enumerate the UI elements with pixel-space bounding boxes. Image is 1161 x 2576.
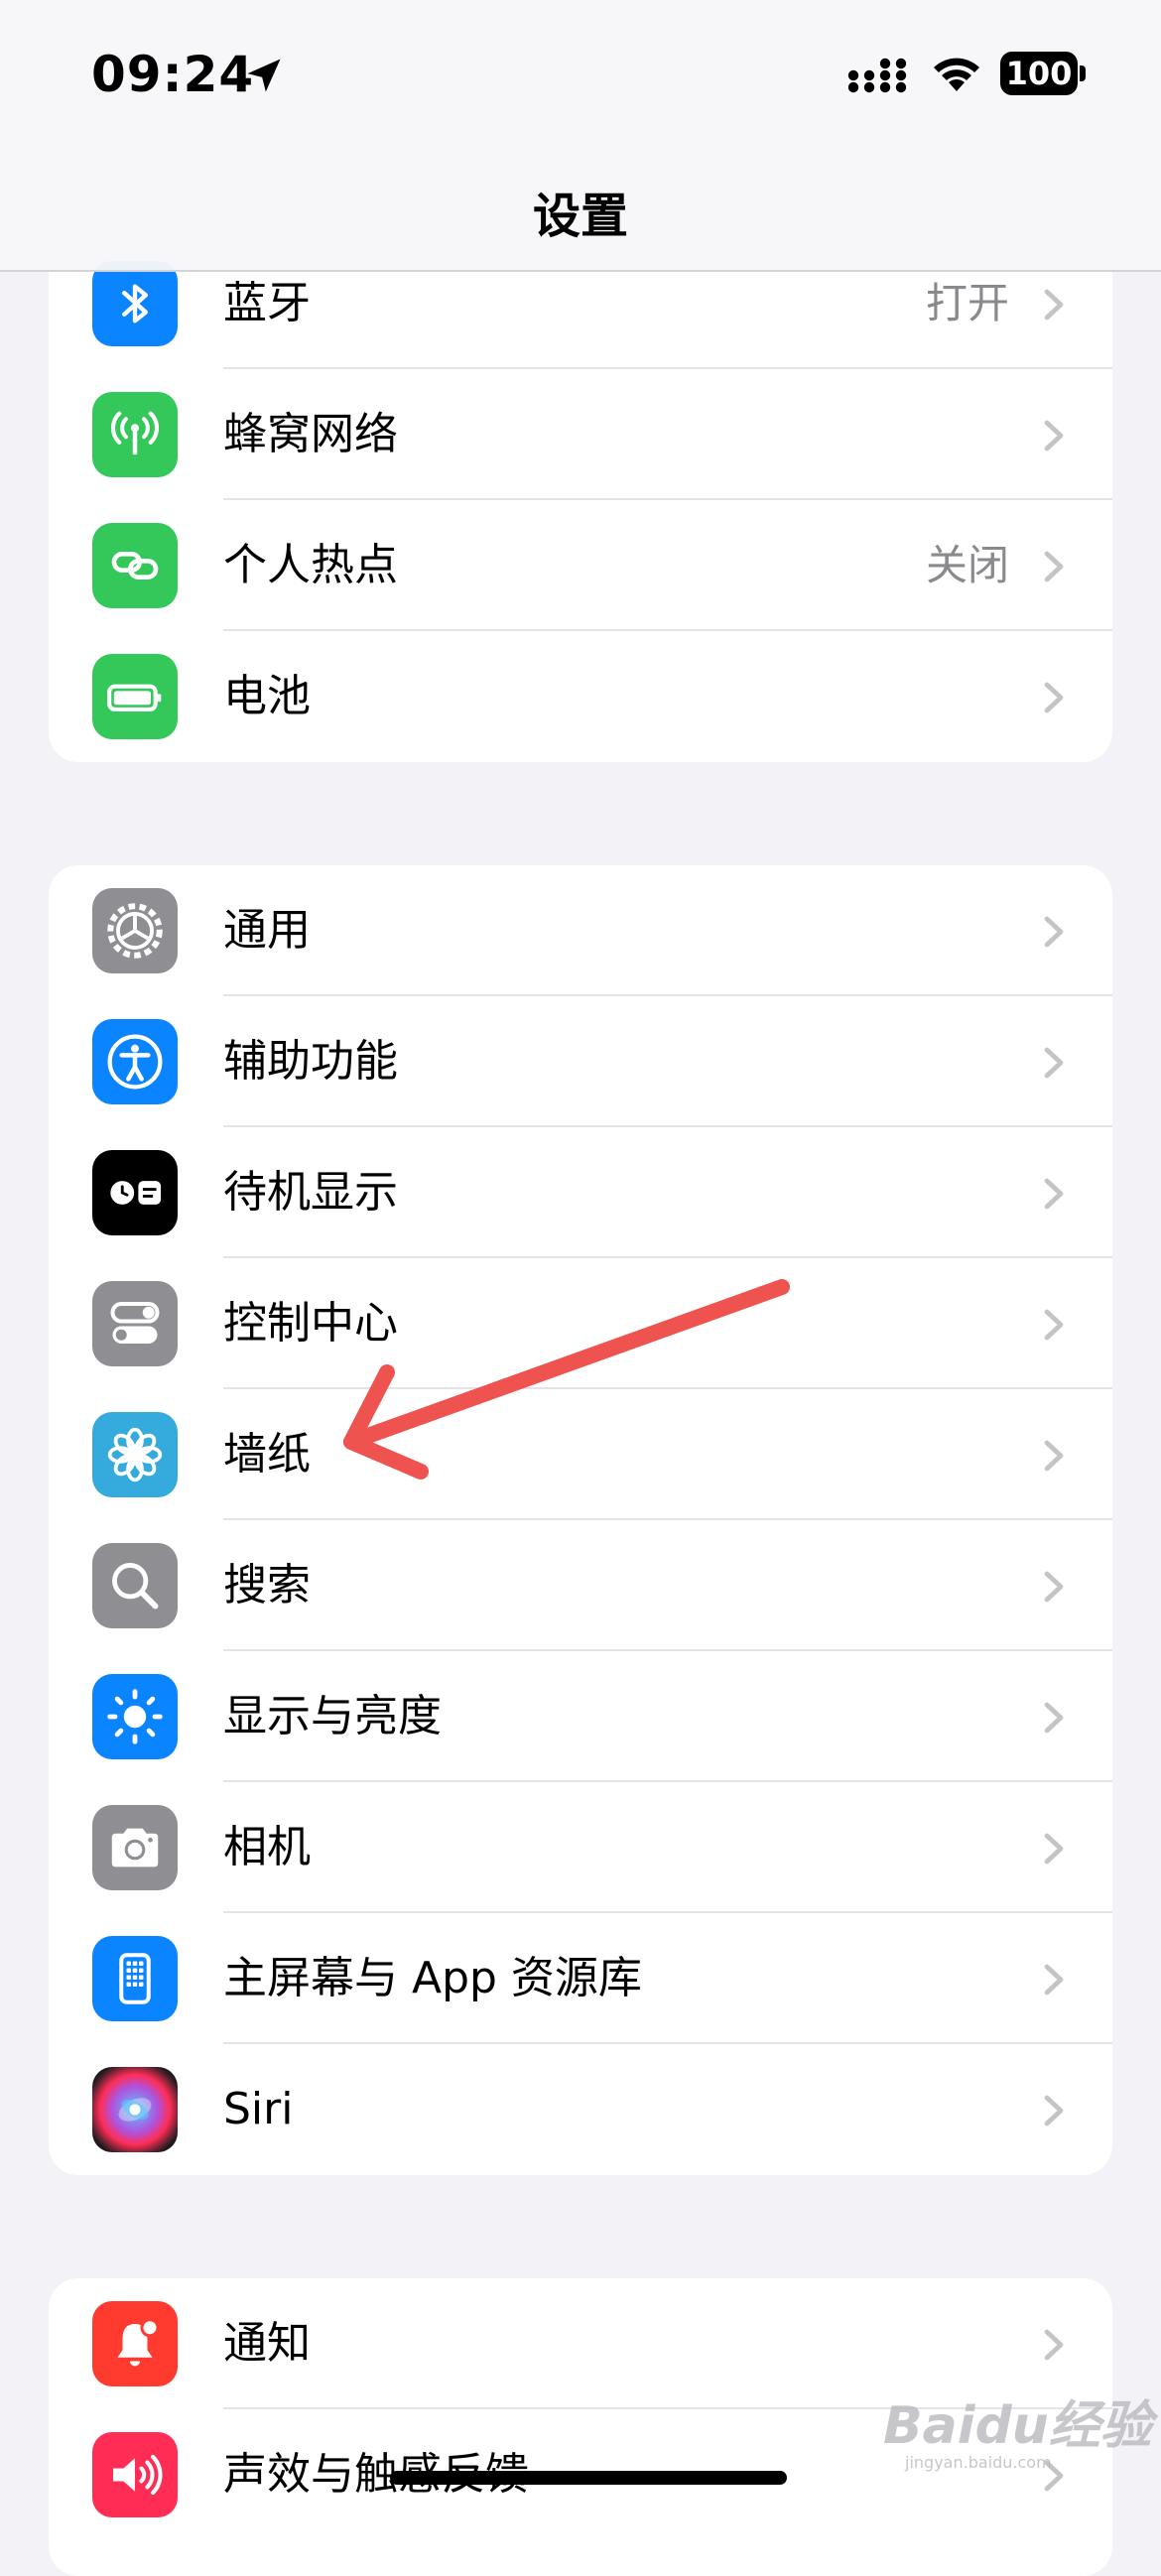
row-label: 墙纸 (223, 1429, 311, 1480)
baidu-jingyan-watermark: Baidu经验 (883, 2396, 1152, 2456)
row-label: Siri (223, 2084, 294, 2134)
annotation-arrow (343, 1279, 790, 1480)
chevron-right-icon (1044, 2329, 1064, 2361)
chevron-right-icon (1044, 1178, 1064, 1210)
cellular-signal-icon (847, 58, 907, 93)
battery-icon (92, 654, 178, 739)
toggles-icon (92, 1281, 178, 1366)
row-label: 通用 (223, 905, 311, 956)
row-label: 待机显示 (223, 1167, 398, 1218)
chevron-right-icon (1044, 2095, 1064, 2126)
sun-icon (92, 1674, 178, 1759)
chevron-right-icon (1044, 1964, 1064, 1996)
settings-group-connectivity: 蓝牙 打开 蜂窝网络 个人热点 关闭 电池 (49, 238, 1112, 762)
battery-indicator: 100 (1000, 52, 1078, 95)
hotspot-link-icon (92, 523, 178, 608)
home-indicator[interactable] (390, 2471, 787, 2485)
settings-row-cellular[interactable]: 蜂窝网络 (49, 369, 1112, 500)
settings-row-camera[interactable]: 相机 (49, 1782, 1112, 1913)
page-title: 设置 (532, 189, 628, 244)
row-label: 辅助功能 (223, 1036, 398, 1087)
row-label: 搜索 (223, 1560, 311, 1610)
settings-row-personal-hotspot[interactable]: 个人热点 关闭 (49, 500, 1112, 631)
wifi-icon (934, 58, 979, 91)
row-value: 关闭 (925, 541, 1009, 589)
gear-icon (92, 888, 178, 973)
chevron-right-icon (1044, 1833, 1064, 1865)
row-label: 蜂窝网络 (223, 409, 398, 459)
chevron-right-icon (1044, 1047, 1064, 1079)
chevron-right-icon (1044, 289, 1064, 321)
settings-row-search[interactable]: 搜索 (49, 1520, 1112, 1651)
chevron-right-icon (1044, 1702, 1064, 1734)
settings-group-system: 通用 辅助功能 待机显示 控制中心 墙纸 搜索 显示与亮度 相机 主屏幕与 Ap… (49, 865, 1112, 2175)
location-arrow-icon (247, 59, 281, 92)
settings-row-standby[interactable]: 待机显示 (49, 1127, 1112, 1258)
search-icon (92, 1543, 178, 1628)
notification-bell-icon (92, 2301, 178, 2386)
settings-row-siri[interactable]: Siri (49, 2044, 1112, 2175)
row-label: 显示与亮度 (223, 1691, 442, 1741)
chevron-right-icon (1044, 551, 1064, 582)
chevron-right-icon (1044, 682, 1064, 713)
settings-row-display-brightness[interactable]: 显示与亮度 (49, 1651, 1112, 1782)
chevron-right-icon (1044, 1309, 1064, 1341)
status-time: 09:24 (91, 46, 255, 103)
row-label: 相机 (223, 1822, 311, 1872)
chevron-right-icon (1044, 420, 1064, 451)
accessibility-icon (92, 1019, 178, 1104)
flower-icon (92, 1412, 178, 1497)
settings-row-general[interactable]: 通用 (49, 865, 1112, 996)
settings-row-accessibility[interactable]: 辅助功能 (49, 996, 1112, 1127)
row-label: 个人热点 (223, 540, 398, 590)
navigation-bar: 09:24 100 设置 (0, 0, 1161, 272)
settings-row-home-screen-app-library[interactable]: 主屏幕与 App 资源库 (49, 1913, 1112, 2044)
watermark-site: jingyan.baidu.com (905, 2453, 1052, 2472)
home-screen-icon (92, 1936, 178, 2021)
row-label: 电池 (223, 671, 311, 721)
bluetooth-icon (92, 261, 178, 346)
camera-icon (92, 1805, 178, 1890)
settings-row-battery[interactable]: 电池 (49, 631, 1112, 762)
battery-tip (1080, 65, 1086, 81)
chevron-right-icon (1044, 916, 1064, 948)
speaker-icon (92, 2432, 178, 2517)
row-label: 通知 (223, 2318, 311, 2369)
standby-icon (92, 1150, 178, 1235)
row-label: 主屏幕与 App 资源库 (223, 1953, 642, 2003)
chevron-right-icon (1044, 1440, 1064, 1472)
chevron-right-icon (1044, 1571, 1064, 1603)
cellular-antenna-icon (92, 392, 178, 477)
siri-icon (92, 2067, 178, 2152)
